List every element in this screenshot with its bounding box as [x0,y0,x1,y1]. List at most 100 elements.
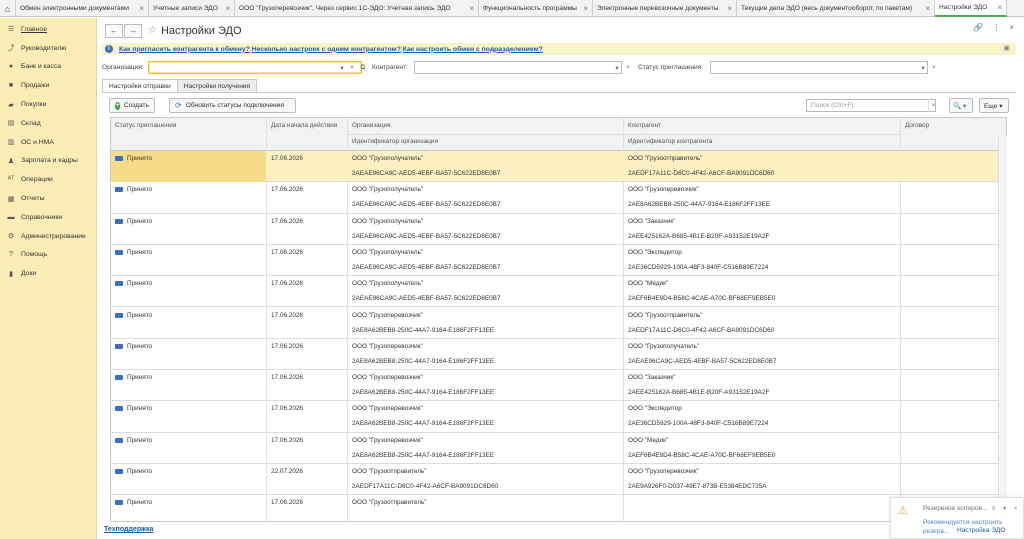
envelope-icon [115,437,123,443]
column-header-counterparty[interactable]: Контрагент [628,122,661,129]
sidebar-item-warehouse[interactable]: ▤ Склад [0,114,96,133]
table-row[interactable]: Принято 22.07.2026 ООО "Грузоотправитель" 2… [111,464,1006,496]
back-button[interactable]: ← [105,23,123,38]
column-header-date[interactable]: Дата начала действия [271,122,337,129]
table-row[interactable]: Принято 17.06.2026 ООО "Грузополучатель" 2A… [111,245,1006,277]
divider [102,92,1016,93]
link-icon[interactable]: 🔗 [973,23,983,32]
close-icon[interactable]: × [583,4,588,13]
chevron-down-icon[interactable]: ▾ [612,61,622,74]
tab-current-tasks[interactable]: Текущие дела ЭДО (весь документооборот, … [737,0,935,17]
sidebar-item-admin[interactable]: ⚙ Администрирование [0,227,96,246]
home-icon[interactable]: ⌂ [0,0,16,17]
close-icon[interactable]: × [139,4,144,13]
column-header-status[interactable]: Статус приглашения [115,122,176,129]
more-icon[interactable]: ⋮ [992,23,1000,32]
sidebar-item-management[interactable]: ⤴ Руководителю [0,39,96,58]
clear-icon[interactable]: × [929,61,939,74]
tab-edo-settings[interactable]: Настройки ЭДО × [935,0,1007,17]
chevron-down-icon[interactable]: ▾ [1000,504,1009,513]
tab-bar: ⌂ Обмен электронными документами × Учетн… [0,0,1024,17]
chevron-down-icon[interactable]: ▾ [337,61,347,74]
close-icon[interactable]: × [225,4,230,13]
tab-receive-settings[interactable]: Настройки получения [177,79,258,93]
notification-title: Резервное копиров... [923,505,988,512]
chart-icon: ⤴ [7,45,15,53]
help-link-multiple[interactable]: Несколько настроек с одним контрагентом? [252,46,401,53]
tab-edo-accounts[interactable]: Учетные записи ЭДО × [149,0,235,17]
organization-cell: ООО "Грузополучатель" [352,248,424,256]
sidebar-item-payroll[interactable]: ♟ Зарплата и кадры [0,152,96,171]
clear-icon[interactable]: × [928,99,938,112]
sidebar-item-purchases[interactable]: ▰ Покупки [0,95,96,114]
status-cell: Принято [111,464,266,495]
collapse-icon[interactable]: ▣ [1003,44,1010,52]
sidebar-item-help[interactable]: ? Помощь [0,246,96,265]
organization-cell: ООО "Грузоперевозчик" [352,405,423,413]
table-row[interactable]: Принято 17.06.2026 ООО "Грузоперевозчик" 2A… [111,308,1006,339]
tab-label: Настройки ЭДО [939,4,988,11]
table-row[interactable]: Принято 17.06.2026 ООО "Грузополучатель" 2A… [111,182,1006,214]
sidebar-item-label: Продажи [21,82,50,90]
counterparty-id-cell: 2AEE425162A-B685-4B1E-B20F-A93152E19A2F [628,389,770,397]
column-header-organization[interactable]: Организация [352,122,391,129]
clear-icon[interactable]: × [347,61,357,74]
more-button[interactable]: Еще ▾ [979,98,1009,113]
sidebar-item-directories[interactable]: ▬ Справочники [0,208,96,227]
help-link-invite[interactable]: Как пригласить контрагента к обмену? [119,46,250,53]
sidebar-item-assets[interactable]: ▥ ОС и НМА [0,133,96,152]
sidebar-item-main[interactable]: ☰ Главное [0,20,96,39]
help-link-subdivision[interactable]: Как настроить обмен с подразделением? [403,46,543,53]
forward-button[interactable]: → [124,23,142,38]
close-icon[interactable]: × [469,4,474,13]
status-text: Принято [127,499,153,507]
close-icon[interactable]: × [727,4,732,13]
menu-icon[interactable]: ≡ [989,504,998,513]
vertical-scrollbar[interactable] [998,136,1007,522]
status-text: Принято [127,311,153,319]
sidebar-item-label: Доки [21,270,37,278]
date-cell: 17.06.2026 [271,217,303,225]
tab-send-settings[interactable]: Настройки отправки [102,79,178,93]
support-link[interactable]: Техподдержка [104,526,153,533]
tab-transport-docs[interactable]: Электронные перевозочные документы × [593,0,737,17]
tab-edo-exchange[interactable]: Обмен электронными документами × [16,0,149,17]
sidebar-item-operations[interactable]: ᴬᵀ Операции [0,170,96,189]
close-icon[interactable]: × [1009,23,1014,32]
clear-icon[interactable]: × [623,61,633,74]
table-row[interactable]: Принято 17.06.2026 ООО "Грузоперевозчик" 2A… [111,433,1006,464]
table-row[interactable]: Принято 17.06.2026 ООО "Грузоперевозчик" 2A… [111,339,1006,371]
create-button[interactable]: + Создать [109,98,155,113]
table-row[interactable]: Принято 17.06.2026 ООО "Грузополучатель" 2A… [111,214,1006,245]
column-header-org-id[interactable]: Идентификатор организации [352,138,438,145]
sidebar-item-docs[interactable]: ▮ Доки [0,264,96,283]
refresh-status-button[interactable]: ⟳ Обновить статусы подключения [169,98,296,113]
tab-account-record[interactable]: ООО "Грузоперевозчик", Через сервис 1С-Э… [235,0,479,17]
close-icon[interactable]: × [1011,504,1020,513]
table-row[interactable]: Принято 17.06.2026 ООО "Грузополучатель" 2A… [111,276,1006,308]
tab-functionality[interactable]: Функциональность программы × [479,0,593,17]
open-icon[interactable]: ⧉ [358,61,368,74]
sidebar-item-reports[interactable]: ▦ Отчеты [0,189,96,208]
status-text: Принято [127,374,153,382]
table-row[interactable]: Принято 17.06.2026 ООО "Грузополучатель" 2A… [111,151,1006,183]
page-title: Настройки ЭДО [160,24,242,37]
close-icon[interactable]: × [925,4,930,13]
column-header-counterparty-id[interactable]: Идентификатор контрагента [628,138,713,145]
column-header-contract[interactable]: Договор [905,122,929,129]
envelope-icon [115,406,123,412]
status-input[interactable] [710,61,928,74]
close-icon[interactable]: × [997,3,1002,12]
sidebar-item-bank[interactable]: ● Банк и касса [0,58,96,77]
search-input[interactable]: Поиск (Ctrl+F) [806,99,936,112]
table-row[interactable]: Принято 17.06.2026 ООО "Грузоперевозчик" 2A… [111,401,1006,433]
table-row[interactable]: Принято 17.06.2026 ООО "Грузоперевозчик" 2A… [111,370,1006,402]
counterparty-input[interactable] [414,61,622,74]
table-row[interactable]: Принято 17.06.2026 ООО "Грузоотправитель" [111,495,1006,521]
organization-input[interactable] [148,61,362,74]
star-icon[interactable]: ☆ [148,25,157,36]
search-button[interactable]: 🔍 ▾ [949,98,973,113]
sidebar-item-sales[interactable]: ■ Продажи [0,76,96,95]
chevron-down-icon[interactable]: ▾ [918,61,928,74]
book-icon: ▬ [7,213,15,221]
